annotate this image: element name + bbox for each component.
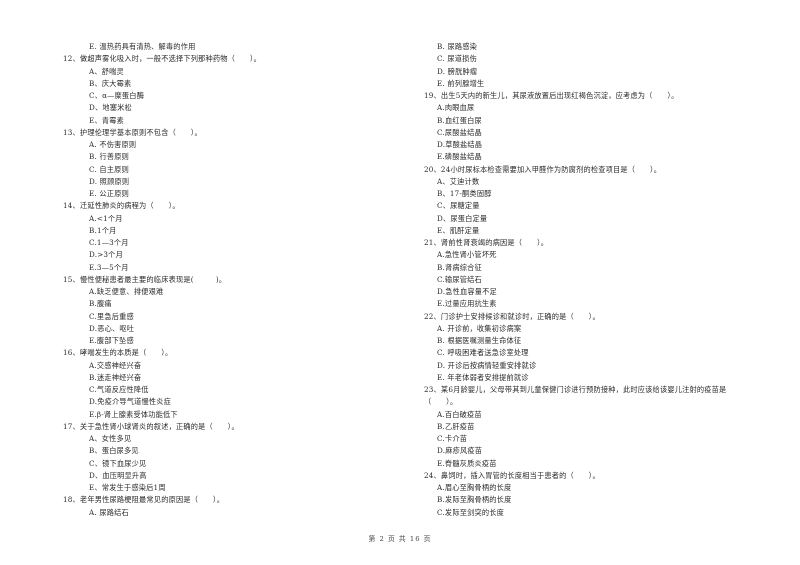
answer-option: E、青霉素 [89, 115, 124, 125]
answer-option: E、常发生于感染后1周 [89, 483, 166, 492]
question-stem: 24、鼻饲时，插入胃管的长度相当于患者的（ ）。 [424, 470, 600, 480]
answer-option: E. 温热药具有清热、解毒的作用 [89, 42, 196, 51]
answer-option: E.3—5个月 [89, 262, 129, 272]
answer-option: A、舒喘灵 [89, 66, 124, 76]
answer-option: A.肉眼血尿 [437, 103, 475, 113]
answer-option: B.腹痛 [89, 299, 112, 309]
answer-option: B、17-酮类固醇 [437, 189, 492, 198]
answer-option: A.<1个月 [89, 213, 123, 223]
answer-option: A. 尿路结石 [89, 507, 129, 517]
answer-option: A、艾迪计数 [437, 176, 480, 186]
answer-option: D.免疫介导气道慢性炎症 [89, 397, 172, 407]
answer-option: C、尿糖定量 [437, 201, 480, 211]
answer-option: E.过量应用抗生素 [437, 299, 497, 309]
answer-option: E、肌酐定量 [437, 225, 480, 235]
answer-option: B. 尿路感染 [437, 42, 478, 51]
answer-option: B.1个月 [89, 225, 117, 235]
answer-option: A.眉心至胸骨柄的长度 [437, 483, 512, 492]
answer-option: C. 呼吸困难者送急诊室处理 [437, 348, 529, 358]
question-stem: （ ）。 [424, 397, 458, 407]
answer-option: B. 行善原则 [89, 152, 130, 162]
question-stem: 12、做超声雾化吸入时，一般不选择下列那种药物（ ）。 [63, 54, 262, 64]
answer-option: C.发际至剑突的长度 [437, 507, 505, 517]
answer-option: C.里急后重感 [89, 311, 134, 321]
answer-option: B.发际至胸骨柄的长度 [437, 495, 512, 505]
answer-option: C、镜下血尿少见 [89, 458, 147, 468]
answer-option: D. 照顾原则 [89, 176, 130, 186]
page-footer: 第 2 页 共 16 页 [368, 535, 432, 543]
question-stem: 18、老年男性尿路梗阻最常见的原因是（ ）。 [63, 495, 225, 505]
question-stem: 16、哮喘发生的本质是（ ）。 [63, 348, 173, 358]
answer-option: B、蛋白尿多见 [89, 446, 139, 456]
answer-option: A.缺乏便意、排便艰难 [89, 287, 164, 296]
answer-option: E. 年老体弱者安排提前就诊 [437, 372, 529, 382]
answer-option: B. 根据医嘱测量生命体征 [437, 336, 522, 345]
question-stem: 19、出生5天内的新生儿，其尿液放置后出现红褐色沉淀，应考虑为（ ）。 [424, 91, 679, 100]
right-column: B. 尿路感染 C. 尿道损伤 D. 膀胱肿瘤 E. 前列腺增生 19、出生5天内的新生… [424, 41, 764, 519]
answer-option: A.急性肾小管坏死 [437, 250, 497, 260]
answer-option: C. 尿道损伤 [437, 54, 477, 64]
answer-option: D.急性血容量不足 [437, 287, 497, 296]
answer-option: B.肾病综合征 [437, 262, 482, 272]
answer-option: E.腹部下坠感 [89, 336, 134, 345]
question-stem: 15、慢性便秘患者最主要的临床表现是( )。 [63, 274, 227, 284]
answer-option: C、α—糜蛋白酶 [89, 91, 145, 100]
answer-option: B.迷走神经兴奋 [89, 372, 142, 382]
answer-option: C.输尿管结石 [437, 274, 482, 284]
question-stem: 17、关于急性肾小球肾炎的叙述，正确的是（ ）。 [63, 421, 239, 431]
question-stem: 21、肾前性肾衰竭的病因是（ ）。 [424, 238, 549, 247]
answer-option: E.脊髓灰质炎疫苗 [437, 458, 497, 468]
answer-option: D、地塞米松 [89, 103, 132, 113]
answer-option: D.恶心、呕吐 [89, 323, 135, 333]
answer-option: A. 开诊前，收集初诊病案 [437, 323, 522, 333]
answer-option: D.麻疹风疫苗 [437, 446, 483, 456]
answer-option: B.乙肝疫苗 [437, 421, 475, 431]
answer-option: E.磷酸盐结晶 [437, 152, 482, 162]
answer-option: C.1—3个月 [89, 238, 129, 247]
answer-option: E. 前列腺增生 [437, 78, 485, 88]
question-stem: 22、门诊护士安排候诊和就诊时，正确的是（ ）。 [424, 311, 600, 321]
answer-option: D.草酸盐结晶 [437, 140, 483, 149]
left-column: E. 温热药具有清热、解毒的作用 12、做超声雾化吸入时，一般不选择下列那种药物（… [63, 41, 393, 519]
question-stem: 14、迁延性肺炎的病程为（ ）。 [63, 201, 180, 211]
answer-option: A.百白破疫苗 [437, 409, 482, 419]
answer-option: D. 膀胱肿瘤 [437, 66, 478, 76]
answer-option: A、女性多见 [89, 434, 132, 443]
question-stem: 13、护理伦理学基本原则不包含（ ）。 [63, 127, 202, 137]
answer-option: D.>3个月 [89, 250, 123, 260]
answer-option: A. 不伤害原则 [89, 140, 137, 149]
answer-option: A.交感神经兴奋 [89, 360, 142, 370]
question-stem: 23、某6月龄婴儿，父母带其到儿童保健门诊进行预防接种，此时应该给该婴儿注射的疫… [424, 385, 727, 394]
answer-option: B.血红蛋白尿 [437, 115, 482, 125]
answer-option: C.卡介苗 [437, 434, 468, 443]
answer-option: C. 自主原则 [89, 164, 129, 174]
answer-option: E. 公正原则 [89, 189, 129, 198]
answer-option: D. 开诊后按病情轻重安排就诊 [437, 360, 537, 370]
answer-option: C.气道反应性降低 [89, 385, 149, 394]
answer-option: D、血压明显升高 [89, 470, 147, 480]
question-stem: 20、24小时尿标本检查需要加入甲醛作为防腐剂的检查项目是（ ）。 [424, 164, 662, 174]
answer-option: D、尿蛋白定量 [437, 213, 488, 223]
answer-option: C.尿酸盐结晶 [437, 127, 482, 137]
answer-option: B、庆大霉素 [89, 78, 132, 88]
answer-option: E.β-肾上腺素受体功能低下 [89, 409, 178, 419]
